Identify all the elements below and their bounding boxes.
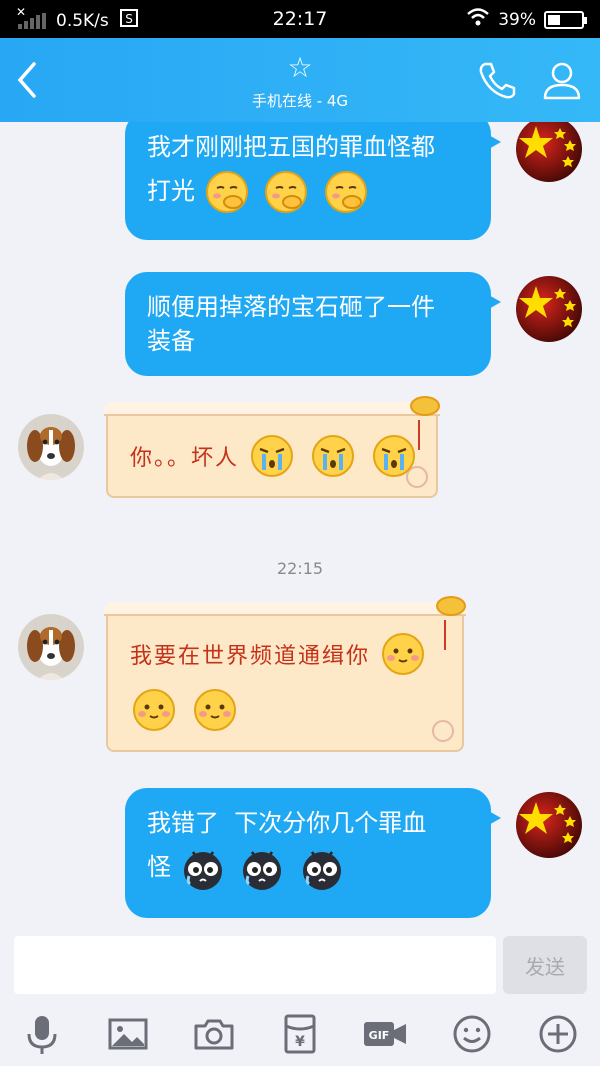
crying-emoji	[370, 432, 418, 480]
plus-icon	[539, 1015, 577, 1053]
message-list[interactable]: 我才刚刚把五国的罪血怪都 打光 顺便用掉落的宝石砸了一件 装备 你。。坏人 22…	[0, 122, 600, 932]
crying-emoji	[309, 432, 357, 480]
beagle-dog-avatar-icon	[18, 414, 84, 480]
battery-icon	[544, 10, 587, 29]
person-icon	[543, 62, 581, 100]
star-flag-avatar-icon	[516, 276, 582, 342]
message-text: 打光	[147, 177, 195, 205]
chat-header: ☆ 手机在线 - 4G	[0, 38, 600, 122]
input-bar: 发送	[0, 932, 600, 1000]
blushing-smile-emoji	[130, 686, 178, 734]
message-text: 我要在世界频道通缉你	[130, 644, 371, 669]
my-avatar[interactable]	[516, 276, 582, 342]
send-button[interactable]: 发送	[503, 936, 587, 994]
message-text: 你。。坏人	[130, 446, 240, 471]
gif-icon: GIF	[364, 1022, 406, 1046]
flower-decoration-icon	[412, 398, 438, 414]
camera-icon	[194, 1019, 234, 1050]
message-text: 我才刚刚把五国的罪血怪都	[147, 133, 435, 161]
svg-text:¥: ¥	[295, 1034, 305, 1050]
image-icon	[108, 1018, 148, 1050]
contact-avatar[interactable]	[18, 414, 84, 480]
battery-percent: 39%	[498, 9, 536, 30]
seal-stamp-icon	[432, 720, 454, 742]
red-packet-icon: ¥	[284, 1014, 316, 1054]
gif-button[interactable]: GIF	[362, 1012, 408, 1056]
camera-button[interactable]	[192, 1012, 236, 1056]
wifi-icon	[466, 7, 490, 32]
message-bubble-outgoing[interactable]: 我错了 下次分你几个罪血 怪	[125, 788, 501, 918]
black-bug-crying-emoji	[298, 844, 346, 892]
beagle-dog-avatar-icon	[18, 614, 84, 680]
black-bug-crying-emoji	[238, 844, 286, 892]
crying-emoji	[248, 432, 296, 480]
contact-profile-button[interactable]	[540, 58, 584, 102]
smiley-icon	[453, 1015, 491, 1053]
blushing-smile-emoji	[191, 686, 239, 734]
voice-button[interactable]	[20, 1012, 64, 1056]
input-toolbar: ¥ GIF	[0, 1000, 600, 1066]
tassel-decoration-icon	[444, 620, 454, 650]
my-avatar[interactable]	[516, 792, 582, 858]
star-flag-avatar-icon	[516, 792, 582, 858]
timestamp: 22:15	[276, 559, 324, 578]
red-packet-button[interactable]: ¥	[278, 1012, 322, 1056]
shy-cover-mouth-emoji	[203, 168, 251, 216]
microphone-icon	[27, 1016, 57, 1054]
message-bubble-incoming[interactable]: 你。。坏人	[104, 398, 440, 498]
phone-icon	[479, 62, 516, 99]
blushing-smile-emoji	[379, 630, 427, 678]
my-avatar[interactable]	[516, 122, 582, 182]
call-button[interactable]	[476, 58, 520, 102]
message-text: 我错了 下次分你几个罪血	[147, 809, 427, 837]
message-bubble-incoming[interactable]: 我要在世界频道通缉你	[104, 598, 466, 752]
message-input[interactable]	[14, 936, 496, 994]
message-text: 怪	[147, 853, 171, 881]
black-bug-crying-emoji	[179, 844, 227, 892]
message-text: 顺便用掉落的宝石砸了一件	[147, 293, 435, 321]
shy-cover-mouth-emoji	[262, 168, 310, 216]
shy-cover-mouth-emoji	[322, 168, 370, 216]
message-bubble-outgoing[interactable]: 顺便用掉落的宝石砸了一件 装备	[125, 272, 501, 376]
image-button[interactable]	[106, 1012, 150, 1056]
more-button[interactable]	[536, 1012, 580, 1056]
svg-text:GIF: GIF	[369, 1029, 390, 1042]
contact-avatar[interactable]	[18, 614, 84, 680]
star-flag-avatar-icon	[516, 122, 582, 182]
status-bar: ✕ 0.5K/s S 22:17 39%	[0, 0, 600, 38]
message-bubble-outgoing[interactable]: 我才刚刚把五国的罪血怪都 打光	[125, 122, 501, 240]
emoji-button[interactable]	[450, 1012, 494, 1056]
message-text: 装备	[147, 327, 195, 355]
flower-decoration-icon	[438, 598, 464, 614]
